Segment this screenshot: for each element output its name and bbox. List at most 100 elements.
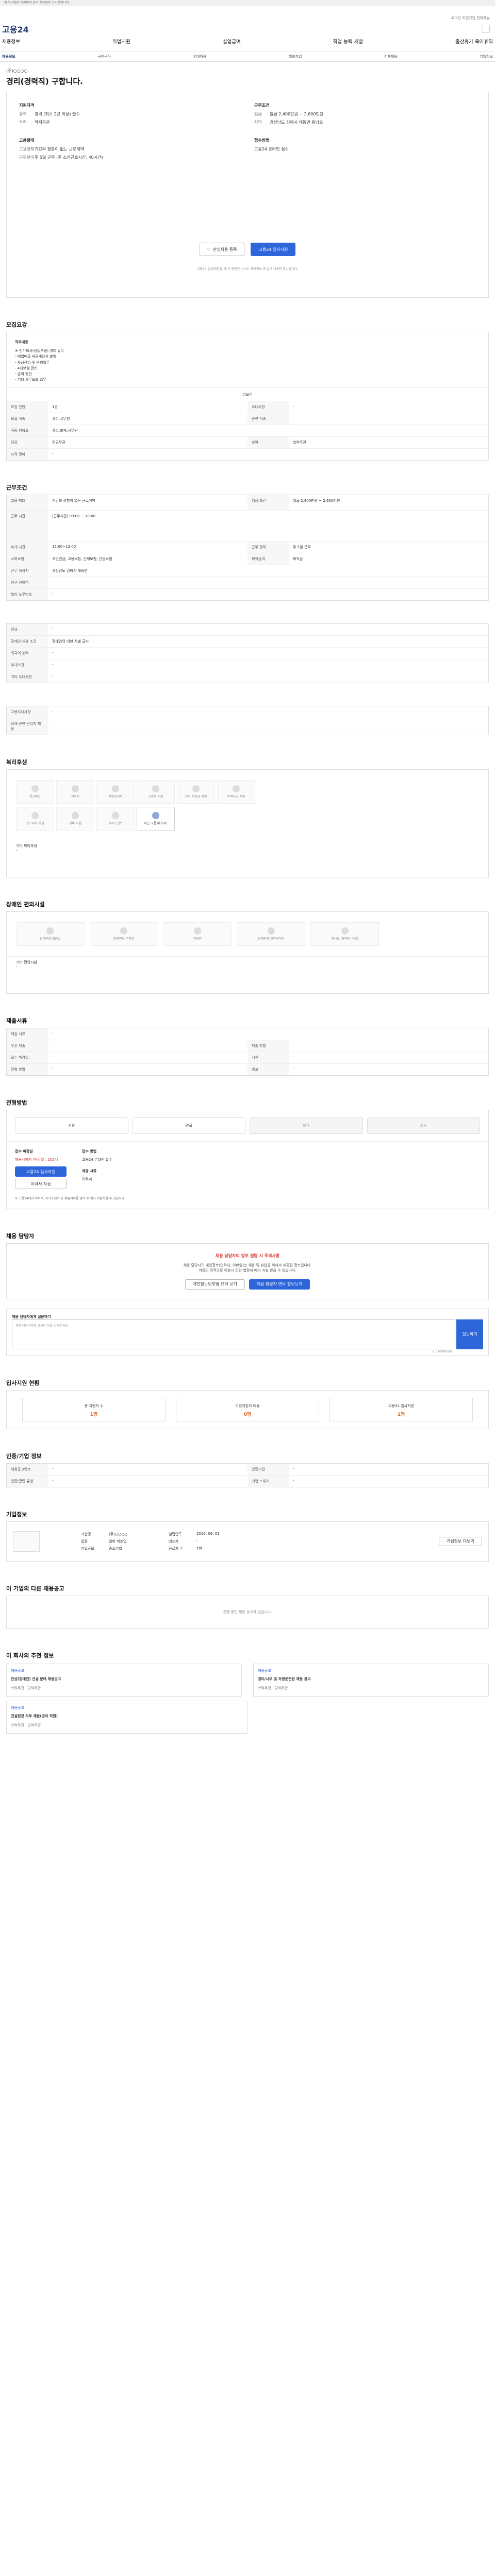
qna-byte-count: 0 / 1000byte bbox=[432, 1349, 452, 1353]
summary-left-head: 지원자격 bbox=[19, 103, 35, 108]
car-icon bbox=[112, 785, 119, 792]
duty-line: - 4대보험 관리 bbox=[15, 366, 38, 370]
ent-key: 업종 bbox=[81, 1539, 88, 1544]
apply-button-2[interactable]: 고용24 입사지원 bbox=[15, 1166, 67, 1177]
hr-contact-button[interactable]: 채용 담당자 연락 정보보기 bbox=[249, 1279, 310, 1290]
privacy-summary-button[interactable]: 개인정보보호법 요약 보기 bbox=[185, 1279, 245, 1290]
qna-input[interactable]: 채용 담당자에게 궁금한 점을 남겨주세요. bbox=[12, 1319, 455, 1349]
grid-key: 모집 인원 bbox=[7, 401, 48, 413]
grid-value: - bbox=[52, 1067, 54, 1071]
step-interview: 면접 bbox=[132, 1117, 245, 1134]
duty-line: - 매입매출 세금계산서 발행 bbox=[15, 354, 57, 359]
process-steps: 서류 면접 합격 최종 bbox=[7, 1110, 488, 1141]
info-title: 인증/기업 정보 bbox=[6, 1452, 42, 1460]
top-banner: 이 누리집은 대한민국 공식 전자정부 누리집입니다. bbox=[0, 0, 495, 6]
apply-deadline-head: 접수 마감일 bbox=[15, 1149, 33, 1154]
card-meta: 학력무관 · 경력무관 bbox=[11, 1723, 41, 1727]
grid-key: 제출 방법 bbox=[248, 1040, 289, 1052]
disabled-note-value: - bbox=[16, 965, 18, 969]
ent-section: 기업정보 기업명 (주)○○○○ 설립연도 2016. 06. 01 업종 일반 제조… bbox=[6, 1510, 489, 1562]
disabled-icons: 장애인용 화장실 장애인용 주차장 자동문 장애인용 엘리베이터 경사로 (휠체… bbox=[7, 912, 388, 956]
resume-button[interactable]: 이력서 작성 bbox=[15, 1179, 67, 1189]
header-links[interactable]: 로그인 회원가입 전체메뉴 bbox=[451, 15, 490, 21]
sum-value: 경력 (최소 2년 이상) 필수 bbox=[35, 112, 80, 116]
grid-key: 학력 bbox=[248, 437, 289, 448]
stat-label: 총 지원자 수 bbox=[84, 1403, 104, 1408]
grid-key: 우대사항 bbox=[248, 401, 289, 413]
sum-value: 기간의 정함이 없는 근로계약 bbox=[35, 147, 84, 151]
welfare-icon-meal: 식비 지원 bbox=[56, 807, 94, 831]
grid-value: (근무시간) 09:00 ~ 18:00 bbox=[52, 514, 96, 518]
facility-icon-ramp: 경사로 (휠체어 이동) bbox=[310, 922, 379, 946]
sum-value: 학력무관 bbox=[35, 120, 50, 125]
apply-method-value: 고용24 온라인 접수 bbox=[82, 1158, 112, 1162]
duty-title: 직무내용 bbox=[15, 340, 28, 344]
nav-item-3[interactable]: 직업 능력 개발 bbox=[333, 36, 363, 48]
similar-section: 이 회사의 추천 정보 채용공고 인성(장애인) 건설 분야 채용공고 학력무관 ·… bbox=[6, 1651, 489, 1734]
welfare-icon-night: 야근 교통비(초과) bbox=[137, 807, 175, 831]
sum-key: 학력 bbox=[19, 120, 27, 125]
nav-item-4[interactable]: 출산휴가 육아휴직 bbox=[455, 36, 493, 48]
similar-card[interactable]: 채용공고 경리/사무 및 차량운전원 채용 공고 학력무관 · 경력무관 bbox=[253, 1663, 489, 1697]
door-icon bbox=[193, 927, 201, 935]
stat-total: 총 지원자 수 1명 bbox=[22, 1397, 166, 1421]
subnav-item-1[interactable]: 구인구직 bbox=[97, 52, 111, 61]
grid-value: 경리,회계,사무원 bbox=[52, 429, 78, 433]
banner-text: 이 누리집은 대한민국 공식 전자정부 누리집입니다. bbox=[4, 1, 70, 5]
sum-key: 근무형태 bbox=[19, 155, 35, 160]
grid-value: 12:00~13:00 bbox=[52, 545, 76, 549]
sum-value: 고용24 온라인 접수 bbox=[254, 147, 289, 151]
disabled-note: 기타 편의시설 - bbox=[7, 956, 488, 972]
ent-title: 기업정보 bbox=[6, 1511, 27, 1518]
nav-item-0[interactable]: 채용정보 bbox=[2, 36, 20, 48]
docs-title: 제출서류 bbox=[6, 1018, 27, 1024]
grid-value: - bbox=[293, 1466, 294, 1471]
qna-submit-button[interactable]: 질문하기 bbox=[456, 1319, 483, 1349]
sum-value: 주 5일 근무 (주 소정근로시간: 40시간) bbox=[35, 155, 103, 160]
stats-row: 총 지원자 수 1명 여성지원자 비율 0명 고용24 입사지원 1명 bbox=[7, 1391, 488, 1429]
ent-info: 기업명 (주)○○○○ 설립연도 2016. 06. 01 업종 일반 제조업 대표자… bbox=[81, 1532, 253, 1551]
grid-value: - bbox=[293, 416, 294, 420]
grid-value: 학력무관 bbox=[293, 440, 306, 445]
hr-line1: 채용 담당자의 개인정보(연락처, 이메일)는 채용 및 취업을 위해서 제공된… bbox=[183, 1263, 312, 1267]
work-title: 근무조건 bbox=[6, 484, 27, 491]
welfare-label: 주택자금 지원 bbox=[227, 795, 245, 799]
grid-value: - bbox=[52, 627, 54, 631]
welfare-label: 교육비 지원 bbox=[148, 795, 163, 799]
duty-line: ※ 전기회사(정밀부품) 경리 업무 bbox=[15, 349, 64, 353]
step-pass: 합격 bbox=[250, 1117, 363, 1134]
ent-more-button[interactable]: 기업정보 더보기 bbox=[438, 1536, 482, 1546]
subnav-item-4[interactable]: 전체채용 bbox=[384, 52, 398, 61]
job-header: (주)○○○○ 경리(경력직) 구합니다. bbox=[6, 62, 489, 87]
grid-key: 휴게 시간 bbox=[7, 541, 48, 553]
other-empty: 진행 중인 채용 공고가 없습니다. bbox=[6, 1595, 489, 1629]
subnav-item-3[interactable]: 해외취업 bbox=[289, 52, 302, 61]
duty-more-button[interactable]: 더보기 bbox=[7, 388, 488, 401]
elevator-icon bbox=[267, 927, 275, 935]
apply-deadline-value: 채용시까지 (마감일 : 2024) bbox=[15, 1158, 58, 1162]
qna-box: 채용 담당자에게 질문하기 채용 담당자에게 궁금한 점을 남겨주세요. 0 /… bbox=[6, 1308, 489, 1356]
work-section: 근무조건 고용 형태 기간의 정함이 없는 근로계약 임금 조건 월급 2,400만원… bbox=[6, 483, 489, 601]
facility-label: 자동문 bbox=[193, 937, 202, 941]
job-title: 경리(경력직) 구합니다. bbox=[6, 77, 83, 86]
subnav-item-5[interactable]: 기업정보 bbox=[480, 52, 493, 61]
similar-card[interactable]: 채용공고 건설현장 사무 채용(경리 직원) 학력무관 · 경력무관 bbox=[6, 1700, 248, 1734]
ent-value: 중소기업 bbox=[109, 1546, 122, 1551]
sum-key: 고용형태 bbox=[19, 147, 35, 151]
nav-item-2[interactable]: 실업급여 bbox=[223, 36, 241, 48]
similar-card[interactable]: 채용공고 인성(장애인) 건설 분야 채용공고 학력무관 · 경력무관 bbox=[6, 1663, 242, 1697]
grid-key: 퇴직급여 bbox=[248, 553, 289, 565]
site-logo[interactable]: 고용24 bbox=[2, 23, 29, 35]
welfare-note: 기타 복리후생 - bbox=[7, 838, 488, 858]
grid-value: - bbox=[52, 580, 54, 584]
subnav-item-0[interactable]: 채용정보 bbox=[2, 52, 15, 61]
search-icon[interactable] bbox=[482, 25, 490, 33]
subnav-item-2[interactable]: 우대채용 bbox=[193, 52, 206, 61]
apply-button[interactable]: 고용24 입사지원 bbox=[251, 243, 296, 256]
nav-item-1[interactable]: 취업지원 bbox=[112, 36, 130, 48]
save-job-button[interactable]: ♡ 관심채용 등록 bbox=[199, 243, 245, 256]
grid-value: 경리 사무원 bbox=[52, 417, 70, 421]
facility-icon-door: 자동문 bbox=[163, 922, 232, 946]
ent-value: (주)○○○○ bbox=[109, 1532, 128, 1536]
summary-left: 지원자격 경력 경력 (최소 2년 이상) 필수 학력 학력무관 고용형태 고용형태… bbox=[19, 103, 103, 163]
